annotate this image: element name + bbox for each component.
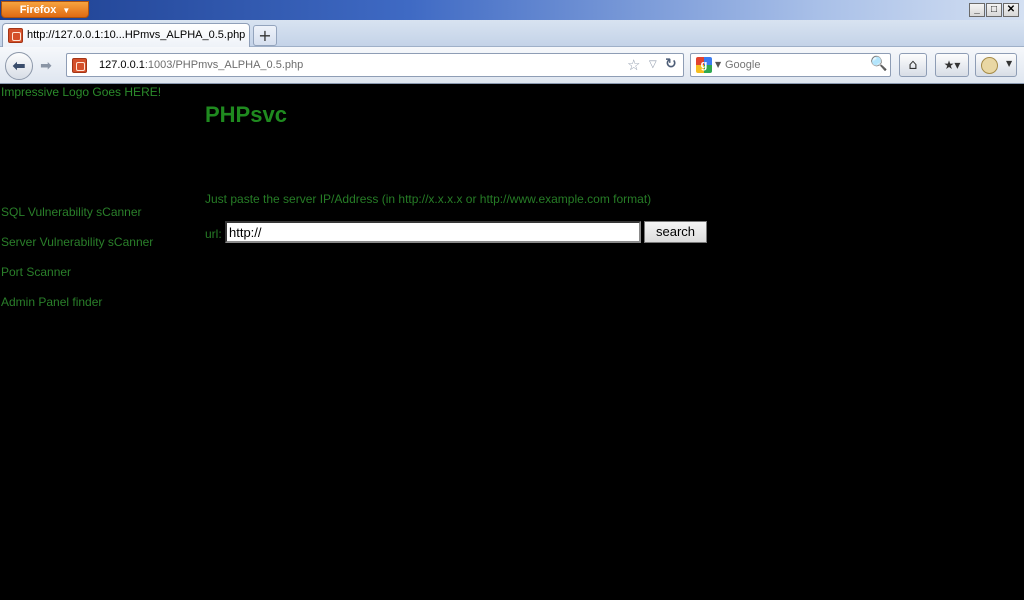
- instruction-text: Just paste the server IP/Address (in htt…: [205, 192, 652, 206]
- xampp-icon: [72, 58, 87, 73]
- search-button[interactable]: search: [644, 221, 707, 243]
- address-host: 127.0.0.1: [99, 59, 145, 71]
- url-input[interactable]: [225, 221, 641, 243]
- bookmarks-icon: ★▾: [943, 58, 961, 72]
- maximize-button[interactable]: □: [986, 3, 1002, 17]
- search-engine-dropdown-icon[interactable]: ▼: [715, 60, 721, 69]
- nav-link-server-scanner[interactable]: Server Vulnerability sCanner: [1, 235, 153, 249]
- tab-active[interactable]: http://127.0.0.1:10...HPmvs_ALPHA_0.5.ph…: [2, 23, 250, 47]
- logo-placeholder: Impressive Logo Goes HERE!: [1, 85, 162, 99]
- address-bar[interactable]: 127.0.0.1:1003/PHPmvs_ALPHA_0.5.php ☆ ▽ …: [66, 53, 684, 77]
- nav-link-admin-finder[interactable]: Admin Panel finder: [1, 295, 102, 309]
- chevron-down-icon: ▼: [1006, 59, 1013, 68]
- forward-arrow-icon: ➡: [40, 58, 52, 74]
- firefox-menu-button[interactable]: Firefox ▼: [1, 1, 89, 18]
- google-logo-icon[interactable]: g: [696, 57, 712, 73]
- url-label: url:: [205, 227, 222, 241]
- chevron-down-icon: ▼: [62, 6, 71, 15]
- bookmarks-button[interactable]: ★▾: [935, 53, 969, 77]
- home-icon: ⌂: [908, 57, 918, 73]
- nav-link-sql-scanner[interactable]: SQL Vulnerability sCanner: [1, 205, 142, 219]
- reload-icon[interactable]: ↻: [665, 56, 677, 72]
- bookmark-star-icon[interactable]: ☆: [627, 56, 640, 74]
- back-button[interactable]: ⬅: [5, 52, 33, 80]
- tab-title: http://127.0.0.1:10...HPmvs_ALPHA_0.5.ph…: [27, 29, 246, 41]
- addon-button[interactable]: ▼: [975, 53, 1017, 77]
- back-arrow-icon: ⬅: [12, 56, 26, 75]
- magnifier-icon[interactable]: 🔍: [870, 56, 887, 72]
- tab-strip: http://127.0.0.1:10...HPmvs_ALPHA_0.5.ph…: [0, 20, 1024, 47]
- page-content: Impressive Logo Goes HERE! PHPsvc SQL Vu…: [0, 84, 1024, 600]
- close-button[interactable]: ✕: [1003, 3, 1019, 17]
- search-bar[interactable]: g ▼ 🔍: [690, 53, 891, 77]
- history-dropdown-icon[interactable]: ▽: [649, 59, 657, 70]
- nav-link-port-scanner[interactable]: Port Scanner: [1, 265, 71, 279]
- firefox-menu-label: Firefox: [19, 4, 57, 16]
- forward-button[interactable]: ➡: [36, 56, 56, 76]
- address-text[interactable]: 127.0.0.1:1003/PHPmvs_ALPHA_0.5.php: [99, 59, 303, 71]
- xampp-icon: [8, 28, 23, 43]
- page-title: PHPsvc: [205, 102, 287, 127]
- address-path: :1003/PHPmvs_ALPHA_0.5.php: [144, 59, 304, 71]
- minimize-button[interactable]: _: [969, 3, 985, 17]
- navigation-toolbar: ⬅ ➡ 127.0.0.1:1003/PHPmvs_ALPHA_0.5.php …: [0, 47, 1024, 84]
- new-tab-button[interactable]: +: [253, 25, 277, 46]
- home-button[interactable]: ⌂: [899, 53, 927, 77]
- addon-face-icon: [981, 57, 998, 74]
- search-input[interactable]: [725, 57, 865, 73]
- window-titlebar: Firefox ▼ _ □ ✕: [0, 0, 1024, 20]
